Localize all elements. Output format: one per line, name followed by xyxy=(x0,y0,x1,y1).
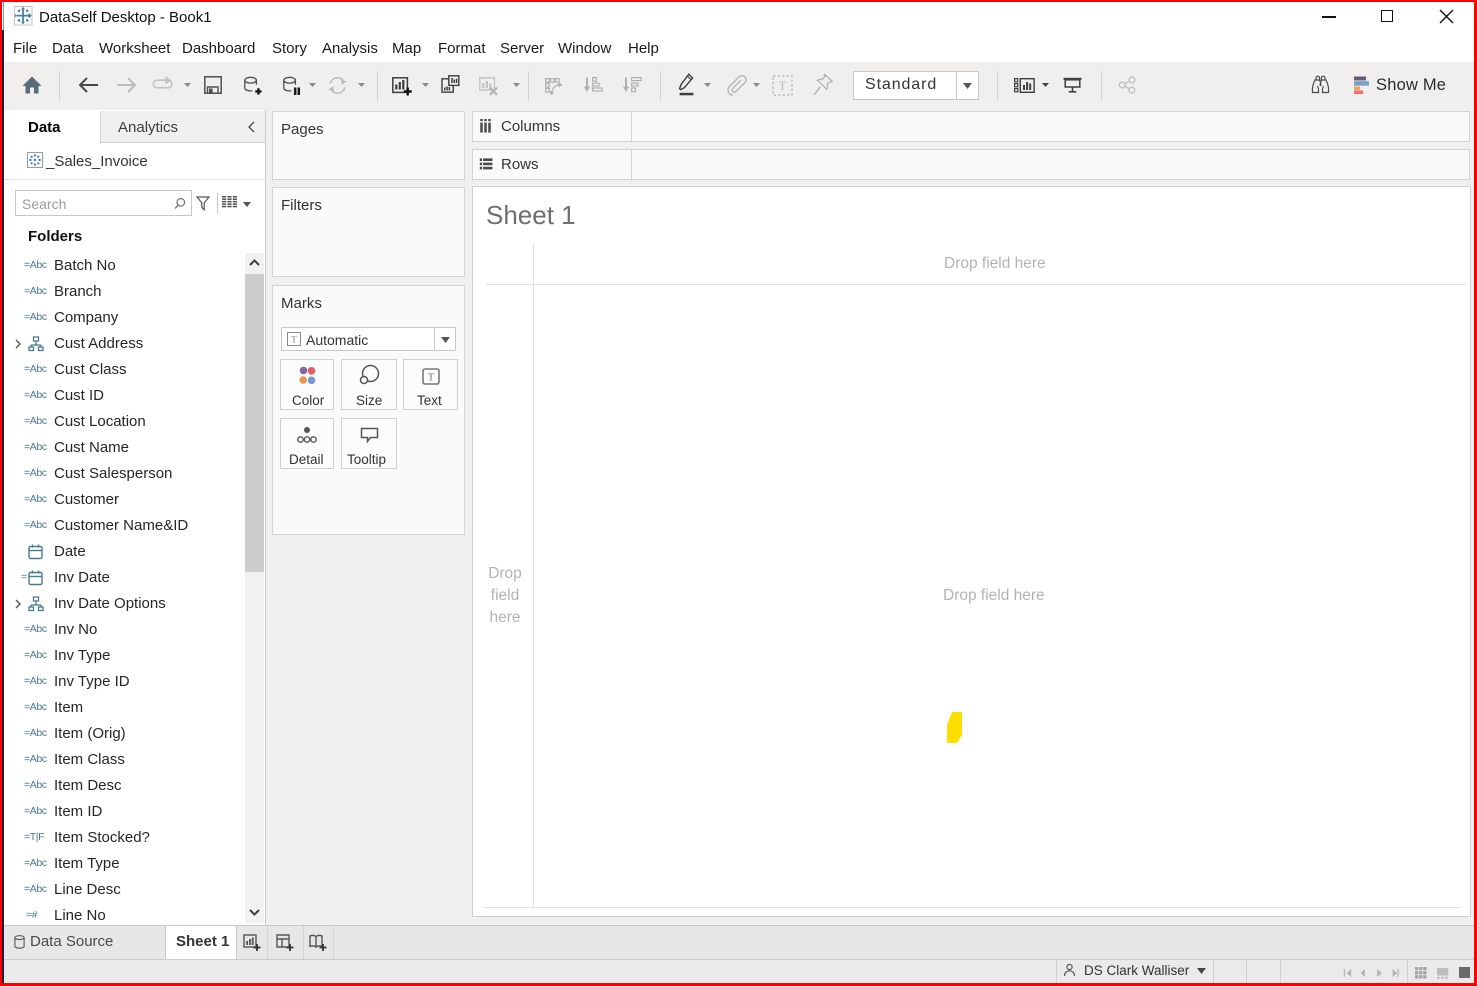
svg-text:T: T xyxy=(291,335,297,345)
svg-text:T: T xyxy=(428,372,435,384)
svg-text:T: T xyxy=(779,78,787,93)
